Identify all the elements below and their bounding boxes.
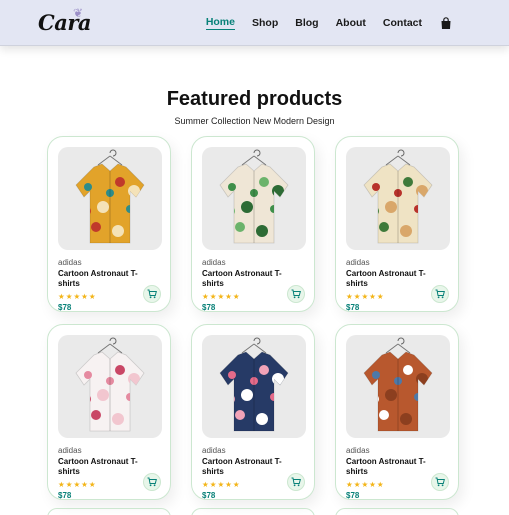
cart-icon — [435, 477, 445, 487]
cart-icon — [435, 289, 445, 299]
add-to-cart-button[interactable] — [287, 473, 305, 491]
product-card[interactable]: adidas Cartoon Astronaut T-shirts ★★★★★ … — [47, 324, 171, 500]
product-card-partial[interactable] — [191, 508, 315, 515]
product-brand: adidas — [346, 258, 370, 267]
product-card[interactable]: adidas Cartoon Astronaut T-shirts ★★★★★ … — [191, 136, 315, 312]
nav-home-link[interactable]: Home — [205, 16, 235, 30]
product-price: $78 — [346, 491, 360, 500]
product-price: $78 — [58, 303, 72, 312]
cart-icon — [291, 289, 301, 299]
product-brand: adidas — [58, 258, 82, 267]
product-card[interactable]: adidas Cartoon Astronaut T-shirts ★★★★★ … — [47, 136, 171, 312]
main-nav: Home Shop Blog About Contact — [205, 16, 453, 30]
section-title: Featured products — [166, 88, 343, 110]
product-image[interactable] — [346, 147, 450, 250]
product-name: Cartoon Astronaut T-shirts — [58, 457, 138, 476]
product-price: $78 — [346, 303, 360, 312]
product-image[interactable] — [58, 335, 162, 438]
product-image[interactable] — [58, 147, 162, 250]
product-brand: adidas — [202, 446, 226, 455]
product-card[interactable]: adidas Cartoon Astronaut T-shirts ★★★★★ … — [335, 324, 459, 500]
product-card[interactable]: adidas Cartoon Astronaut T-shirts ★★★★★ … — [191, 324, 315, 500]
cart-icon — [147, 289, 157, 299]
product-image[interactable] — [346, 335, 450, 438]
nav-contact-link[interactable]: Contact — [383, 17, 422, 29]
add-to-cart-button[interactable] — [143, 285, 161, 303]
nav-blog-link[interactable]: Blog — [295, 17, 318, 29]
product-price: $78 — [202, 491, 216, 500]
add-to-cart-button[interactable] — [143, 473, 161, 491]
add-to-cart-button[interactable] — [431, 473, 449, 491]
product-name: Cartoon Astronaut T-shirts — [58, 269, 138, 288]
product-card[interactable]: adidas Cartoon Astronaut T-shirts ★★★★★ … — [335, 136, 459, 312]
product-name: Cartoon Astronaut T-shirts — [202, 457, 282, 476]
product-brand: adidas — [58, 446, 82, 455]
logo[interactable]: Cara ❦ — [38, 6, 92, 35]
logo-text: Cara — [38, 10, 92, 35]
product-grid: adidas Cartoon Astronaut T-shirts ★★★★★ … — [47, 136, 472, 500]
product-price: $78 — [58, 491, 72, 500]
product-name: Cartoon Astronaut T-shirts — [346, 269, 426, 288]
add-to-cart-button[interactable] — [287, 285, 305, 303]
shopping-bag-icon[interactable] — [439, 16, 453, 30]
nav-about-link[interactable]: About — [336, 17, 366, 29]
section-subtitle: Summer Collection New Modern Design — [174, 116, 335, 126]
add-to-cart-button[interactable] — [431, 285, 449, 303]
logo-leaf-icon: ❦ — [73, 6, 83, 20]
product-brand: adidas — [346, 446, 370, 455]
product-image[interactable] — [202, 147, 306, 250]
product-name: Cartoon Astronaut T-shirts — [346, 457, 426, 476]
site-header: Cara ❦ Home Shop Blog About Contact — [0, 0, 509, 46]
nav-shop-link[interactable]: Shop — [252, 17, 278, 29]
product-image[interactable] — [202, 335, 306, 438]
product-price: $78 — [202, 303, 216, 312]
product-name: Cartoon Astronaut T-shirts — [202, 269, 282, 288]
product-card-partial[interactable] — [47, 508, 171, 515]
cart-icon — [291, 477, 301, 487]
product-brand: adidas — [202, 258, 226, 267]
product-card-partial[interactable] — [335, 508, 459, 515]
cart-icon — [147, 477, 157, 487]
